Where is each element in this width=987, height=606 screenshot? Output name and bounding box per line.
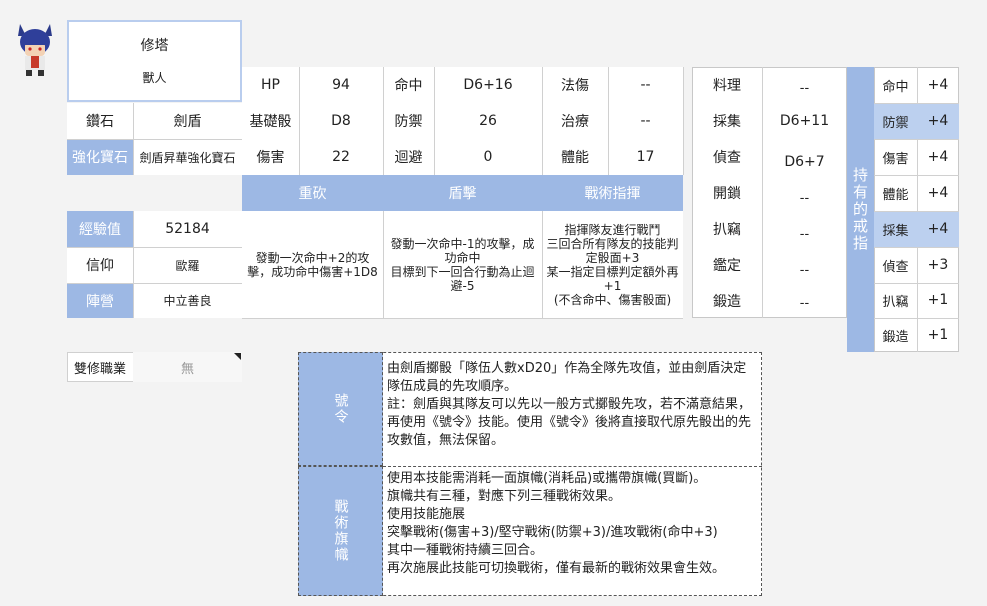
character-avatar-icon bbox=[18, 24, 52, 76]
faith-value: 歐羅 bbox=[175, 258, 200, 273]
precept-value-2: +4 bbox=[917, 103, 959, 139]
precept-label-2: 防禦 bbox=[874, 103, 917, 139]
dual-class-value[interactable]: 無 bbox=[133, 352, 242, 382]
life-value-7: -- bbox=[799, 295, 810, 311]
precept-value-1: +4 bbox=[927, 77, 949, 93]
note-title-2: 戰術旗幟 bbox=[298, 466, 383, 596]
def-value: 26 bbox=[479, 113, 497, 129]
avatar bbox=[12, 20, 58, 78]
skill-desc-3: 指揮隊友進行戰鬥 三回合所有隊友的技能判定骰面+3 某一指定目標判定額外再+1 … bbox=[546, 222, 679, 307]
dmg-label: 傷害 bbox=[256, 150, 285, 166]
life-value-1: -- bbox=[799, 80, 810, 96]
precept-value-4: +4 bbox=[927, 185, 949, 201]
skill-desc-2: 發動一次命中-1的攻擊，成功命中 目標到下一回合行動為止迴避-5 bbox=[390, 236, 535, 293]
def-label: 防禦 bbox=[394, 114, 423, 130]
base-label: 基礎骰 bbox=[249, 114, 292, 130]
precept-label-5: 採集 bbox=[874, 211, 917, 247]
exp-label: 經驗值 bbox=[67, 211, 133, 247]
dropdown-corner-icon bbox=[234, 353, 241, 360]
heal-label: 治療 bbox=[561, 114, 589, 130]
dual-class-label: 雙修職業 bbox=[73, 361, 126, 377]
precept-label-1: 命中 bbox=[882, 79, 909, 95]
precept-value-7: +1 bbox=[927, 292, 949, 308]
dmg-value: 22 bbox=[332, 149, 350, 165]
note-title-1: 號令 bbox=[298, 352, 383, 466]
evade-label: 迴避 bbox=[394, 150, 423, 166]
life-label-4: 開鎖 bbox=[713, 186, 741, 202]
exp-value: 52184 bbox=[165, 221, 210, 237]
gem-label: 鑽石 bbox=[86, 114, 114, 130]
base-value: D8 bbox=[331, 113, 351, 129]
note-title-1-text: 號令 bbox=[332, 393, 349, 425]
character-name: 修塔 bbox=[140, 38, 169, 54]
life-label-5: 扒竊 bbox=[713, 222, 741, 238]
hit-label: 命中 bbox=[394, 78, 423, 94]
life-value-3: D6+7 bbox=[784, 154, 825, 170]
precept-label-7: 扒竊 bbox=[882, 294, 909, 310]
skill-header-1: 重砍 bbox=[242, 175, 383, 211]
character-race: 獸人 bbox=[142, 70, 167, 85]
precept-value-5: +4 bbox=[917, 211, 959, 247]
enhance-label: 強化寶石 bbox=[67, 139, 133, 175]
gem-value: 劍盾 bbox=[173, 114, 202, 130]
skill-header-2: 盾擊 bbox=[383, 175, 542, 211]
precept-label-6: 偵查 bbox=[882, 259, 909, 275]
life-label-6: 鑑定 bbox=[713, 258, 741, 274]
hp-value: 94 bbox=[332, 77, 350, 93]
camp-value: 中立善良 bbox=[163, 294, 212, 308]
precept-label-3: 傷害 bbox=[882, 151, 909, 167]
enhance-value: 劍盾昇華強化寶石 bbox=[139, 150, 236, 165]
life-value-2: D6+11 bbox=[779, 113, 830, 129]
precepts-title-text: 持有的戒指 bbox=[851, 167, 869, 252]
life-label-3: 偵查 bbox=[713, 150, 741, 166]
stamina-label: 體能 bbox=[561, 150, 589, 166]
stamina-value: 17 bbox=[636, 149, 655, 165]
faith-label: 信仰 bbox=[86, 258, 114, 274]
precept-value-8: +1 bbox=[927, 327, 949, 343]
precept-value-6: +3 bbox=[927, 257, 949, 273]
note-text-2: 使用本技能需消耗一面旗幟(消耗品)或攜帶旗幟(買斷)。 旗幟共有三種，對應下列三… bbox=[387, 471, 726, 576]
magic-value: -- bbox=[640, 77, 651, 93]
note-title-2-text: 戰術旗幟 bbox=[332, 499, 349, 563]
note-text-1: 由劍盾擲骰「隊伍人數xD20」作為全隊先攻值，並由劍盾決定隊伍成員的先攻順序。 … bbox=[387, 361, 752, 448]
hit-value: D6+16 bbox=[463, 77, 513, 93]
heal-value: -- bbox=[640, 113, 651, 129]
skill-header-3: 戰術指揮 bbox=[542, 175, 683, 211]
hp-label: HP bbox=[261, 77, 280, 93]
precept-value-3: +4 bbox=[927, 149, 949, 165]
life-label-1: 料理 bbox=[713, 78, 741, 94]
life-value-4: -- bbox=[799, 190, 810, 206]
name-card: 修塔 獸人 bbox=[67, 20, 242, 102]
life-label-7: 鍛造 bbox=[713, 293, 741, 310]
evade-value: 0 bbox=[483, 149, 493, 165]
skill-desc-1: 發動一次命中+2的攻擊，成功命中傷害+1D8 bbox=[247, 250, 378, 279]
precept-label-4: 體能 bbox=[882, 187, 909, 203]
magic-label: 法傷 bbox=[561, 78, 589, 94]
life-value-5: -- bbox=[799, 226, 810, 242]
life-value-6: -- bbox=[799, 262, 810, 278]
camp-label: 陣營 bbox=[67, 283, 133, 318]
life-label-2: 採集 bbox=[713, 114, 741, 130]
precepts-title: 持有的戒指 bbox=[847, 67, 874, 352]
precept-label-8: 鍛造 bbox=[882, 329, 909, 345]
